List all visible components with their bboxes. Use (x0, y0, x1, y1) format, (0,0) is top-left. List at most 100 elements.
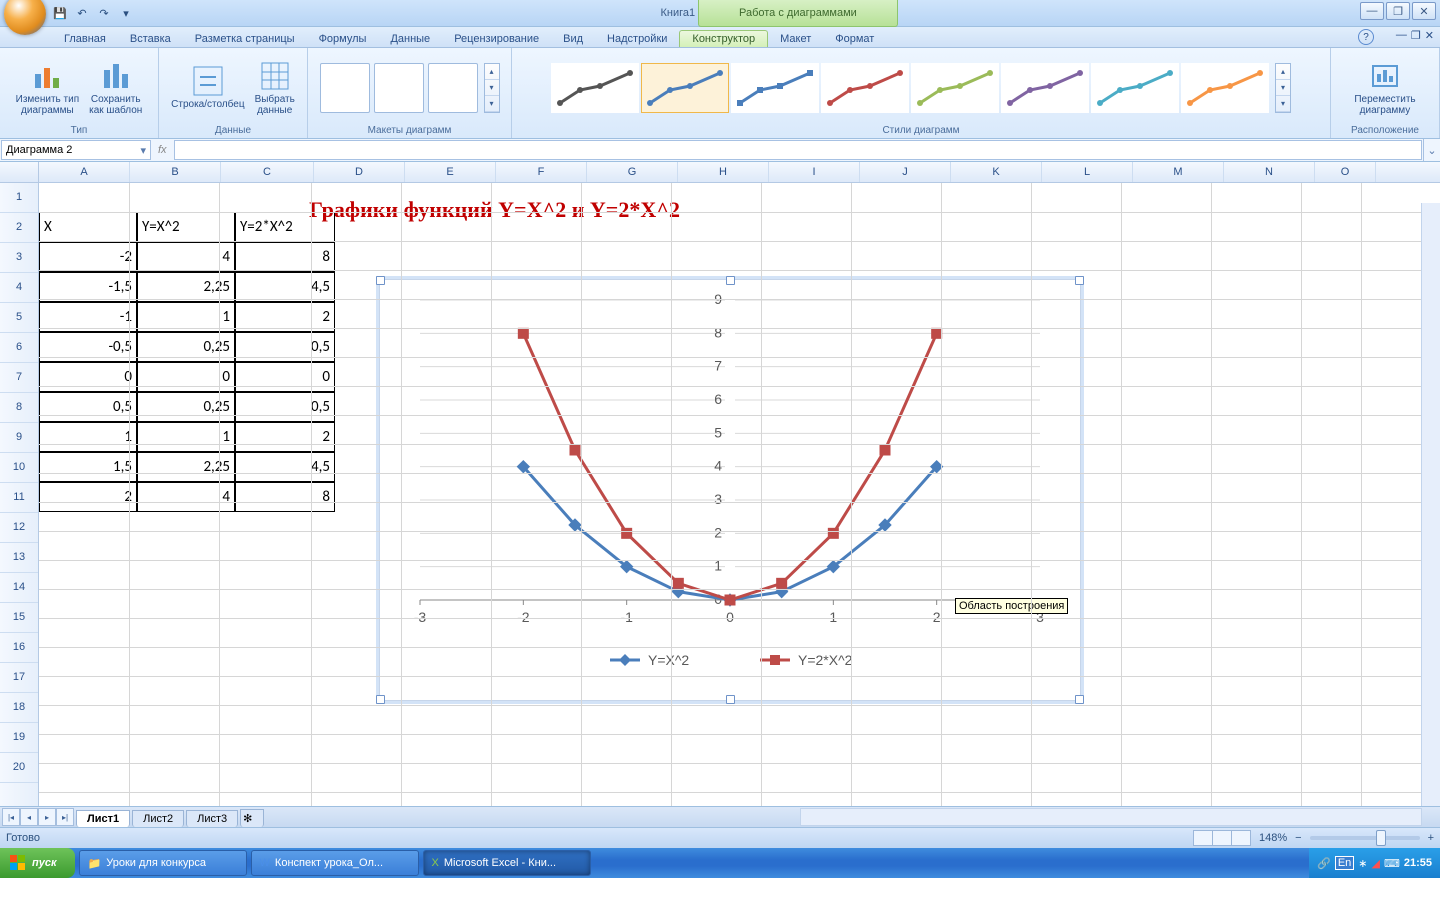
row-header-16[interactable]: 16 (0, 633, 38, 663)
chart-style-1[interactable] (551, 63, 639, 113)
chart-style-6[interactable] (1001, 63, 1089, 113)
col-header-C[interactable]: C (221, 162, 314, 182)
row-header-5[interactable]: 5 (0, 303, 38, 333)
col-header-J[interactable]: J (860, 162, 951, 182)
save-icon[interactable]: 💾 (52, 5, 68, 21)
row-header-9[interactable]: 9 (0, 423, 38, 453)
start-button[interactable]: пуск (0, 848, 75, 878)
doc-restore-button[interactable]: ❐ (1411, 29, 1421, 42)
chart-style-2[interactable] (641, 63, 729, 113)
sheet-nav-next[interactable]: ▸ (38, 808, 56, 826)
row-header-12[interactable]: 12 (0, 513, 38, 543)
tab-addins[interactable]: Надстройки (595, 31, 679, 47)
chart-layout-2[interactable] (374, 63, 424, 113)
chart-plot-area[interactable]: 0123456789-3-2-10123Y=X^2Y=2*X^2 (380, 280, 1080, 700)
tab-review[interactable]: Рецензирование (442, 31, 551, 47)
row-header-7[interactable]: 7 (0, 363, 38, 393)
minimize-button[interactable]: — (1360, 2, 1384, 20)
row-header-10[interactable]: 10 (0, 453, 38, 483)
doc-minimize-button[interactable]: — (1396, 29, 1407, 42)
fx-icon[interactable]: fx (158, 144, 167, 156)
tray-clock[interactable]: 21:55 (1404, 857, 1432, 869)
layout-gallery-scroll[interactable]: ▴▾▾ (484, 63, 500, 113)
chart-handle-n[interactable] (726, 276, 735, 285)
tray-antivirus-icon[interactable]: ◢ (1372, 857, 1380, 870)
chart-style-8[interactable] (1181, 63, 1269, 113)
tab-design[interactable]: Конструктор (679, 30, 768, 47)
row-header-6[interactable]: 6 (0, 333, 38, 363)
row-header-17[interactable]: 17 (0, 663, 38, 693)
col-header-A[interactable]: A (39, 162, 130, 182)
tab-insert[interactable]: Вставка (118, 31, 183, 47)
vertical-scrollbar[interactable] (1421, 203, 1440, 806)
tab-home[interactable]: Главная (52, 31, 118, 47)
tray-icon[interactable]: 🔗 (1317, 857, 1331, 870)
tab-format[interactable]: Формат (823, 31, 886, 47)
tab-data[interactable]: Данные (378, 31, 442, 47)
chart-object[interactable]: 0123456789-3-2-10123Y=X^2Y=2*X^2 Область… (379, 279, 1081, 701)
view-page-break[interactable] (1232, 831, 1250, 845)
formula-bar-expand[interactable]: ⌄ (1423, 139, 1440, 161)
doc-close-button[interactable]: ✕ (1425, 29, 1434, 42)
sheet-nav-first[interactable]: |◂ (2, 808, 20, 826)
row-header-8[interactable]: 8 (0, 393, 38, 423)
tab-layout[interactable]: Макет (768, 31, 823, 47)
change-chart-type-button[interactable]: Изменить тип диаграммы (14, 58, 81, 118)
view-normal[interactable] (1194, 831, 1213, 845)
col-header-M[interactable]: M (1133, 162, 1224, 182)
select-all-corner[interactable] (0, 162, 39, 182)
chart-handle-sw[interactable] (376, 695, 385, 704)
help-button[interactable]: ? (1358, 29, 1374, 45)
chart-handle-s[interactable] (726, 695, 735, 704)
sheet-nav-last[interactable]: ▸| (56, 808, 74, 826)
chart-layout-1[interactable] (320, 63, 370, 113)
col-header-K[interactable]: K (951, 162, 1042, 182)
row-header-18[interactable]: 18 (0, 693, 38, 723)
chart-style-3[interactable] (731, 63, 819, 113)
row-header-15[interactable]: 15 (0, 603, 38, 633)
chart-handle-se[interactable] (1075, 695, 1084, 704)
save-as-template-button[interactable]: Сохранить как шаблон (87, 58, 144, 118)
row-header-20[interactable]: 20 (0, 753, 38, 783)
switch-row-column-button[interactable]: Строка/столбец (169, 63, 246, 112)
name-box[interactable]: Диаграмма 2▾ (1, 140, 151, 160)
col-header-E[interactable]: E (405, 162, 496, 182)
zoom-slider[interactable] (1310, 836, 1420, 840)
row-header-4[interactable]: 4 (0, 273, 38, 303)
zoom-in-button[interactable]: + (1428, 832, 1434, 844)
taskbar-item-word[interactable]: WКонспект урока_Ол... (251, 850, 419, 876)
row-header-14[interactable]: 14 (0, 573, 38, 603)
col-header-F[interactable]: F (496, 162, 587, 182)
row-header-13[interactable]: 13 (0, 543, 38, 573)
maximize-button[interactable]: ❐ (1386, 2, 1410, 20)
cells-area[interactable]: Графики функций Y=X^2 и Y=2*X^2 XY=X^2Y=… (39, 183, 1440, 806)
row-header-1[interactable]: 1 (0, 183, 38, 213)
row-header-11[interactable]: 11 (0, 483, 38, 513)
chart-style-4[interactable] (821, 63, 909, 113)
qat-customize-icon[interactable]: ▾ (118, 5, 134, 21)
col-header-B[interactable]: B (130, 162, 221, 182)
taskbar-item-excel[interactable]: XMicrosoft Excel - Кни... (423, 850, 591, 876)
sheet-tab-3[interactable]: Лист3 (186, 810, 238, 827)
move-chart-button[interactable]: Переместить диаграмму (1352, 58, 1417, 118)
tray-lang-icon[interactable]: En (1335, 856, 1354, 870)
col-header-H[interactable]: H (678, 162, 769, 182)
taskbar-item-folder[interactable]: 📁Уроки для конкурса (79, 850, 247, 876)
tray-keyboard-icon[interactable]: ⌨ (1384, 857, 1400, 870)
col-header-G[interactable]: G (587, 162, 678, 182)
row-header-19[interactable]: 19 (0, 723, 38, 753)
chart-style-7[interactable] (1091, 63, 1179, 113)
chart-handle-ne[interactable] (1075, 276, 1084, 285)
tab-view[interactable]: Вид (551, 31, 595, 47)
close-button[interactable]: ✕ (1412, 2, 1436, 20)
horizontal-scrollbar[interactable] (800, 808, 1422, 826)
sheet-tab-new[interactable]: ✻ (240, 809, 264, 827)
redo-icon[interactable]: ↷ (96, 5, 112, 21)
tray-bluetooth-icon[interactable]: ∗ (1358, 857, 1367, 870)
style-gallery-scroll[interactable]: ▴▾▾ (1275, 63, 1291, 113)
col-header-I[interactable]: I (769, 162, 860, 182)
tab-page-layout[interactable]: Разметка страницы (183, 31, 307, 47)
col-header-O[interactable]: O (1315, 162, 1376, 182)
undo-icon[interactable]: ↶ (74, 5, 90, 21)
col-header-N[interactable]: N (1224, 162, 1315, 182)
